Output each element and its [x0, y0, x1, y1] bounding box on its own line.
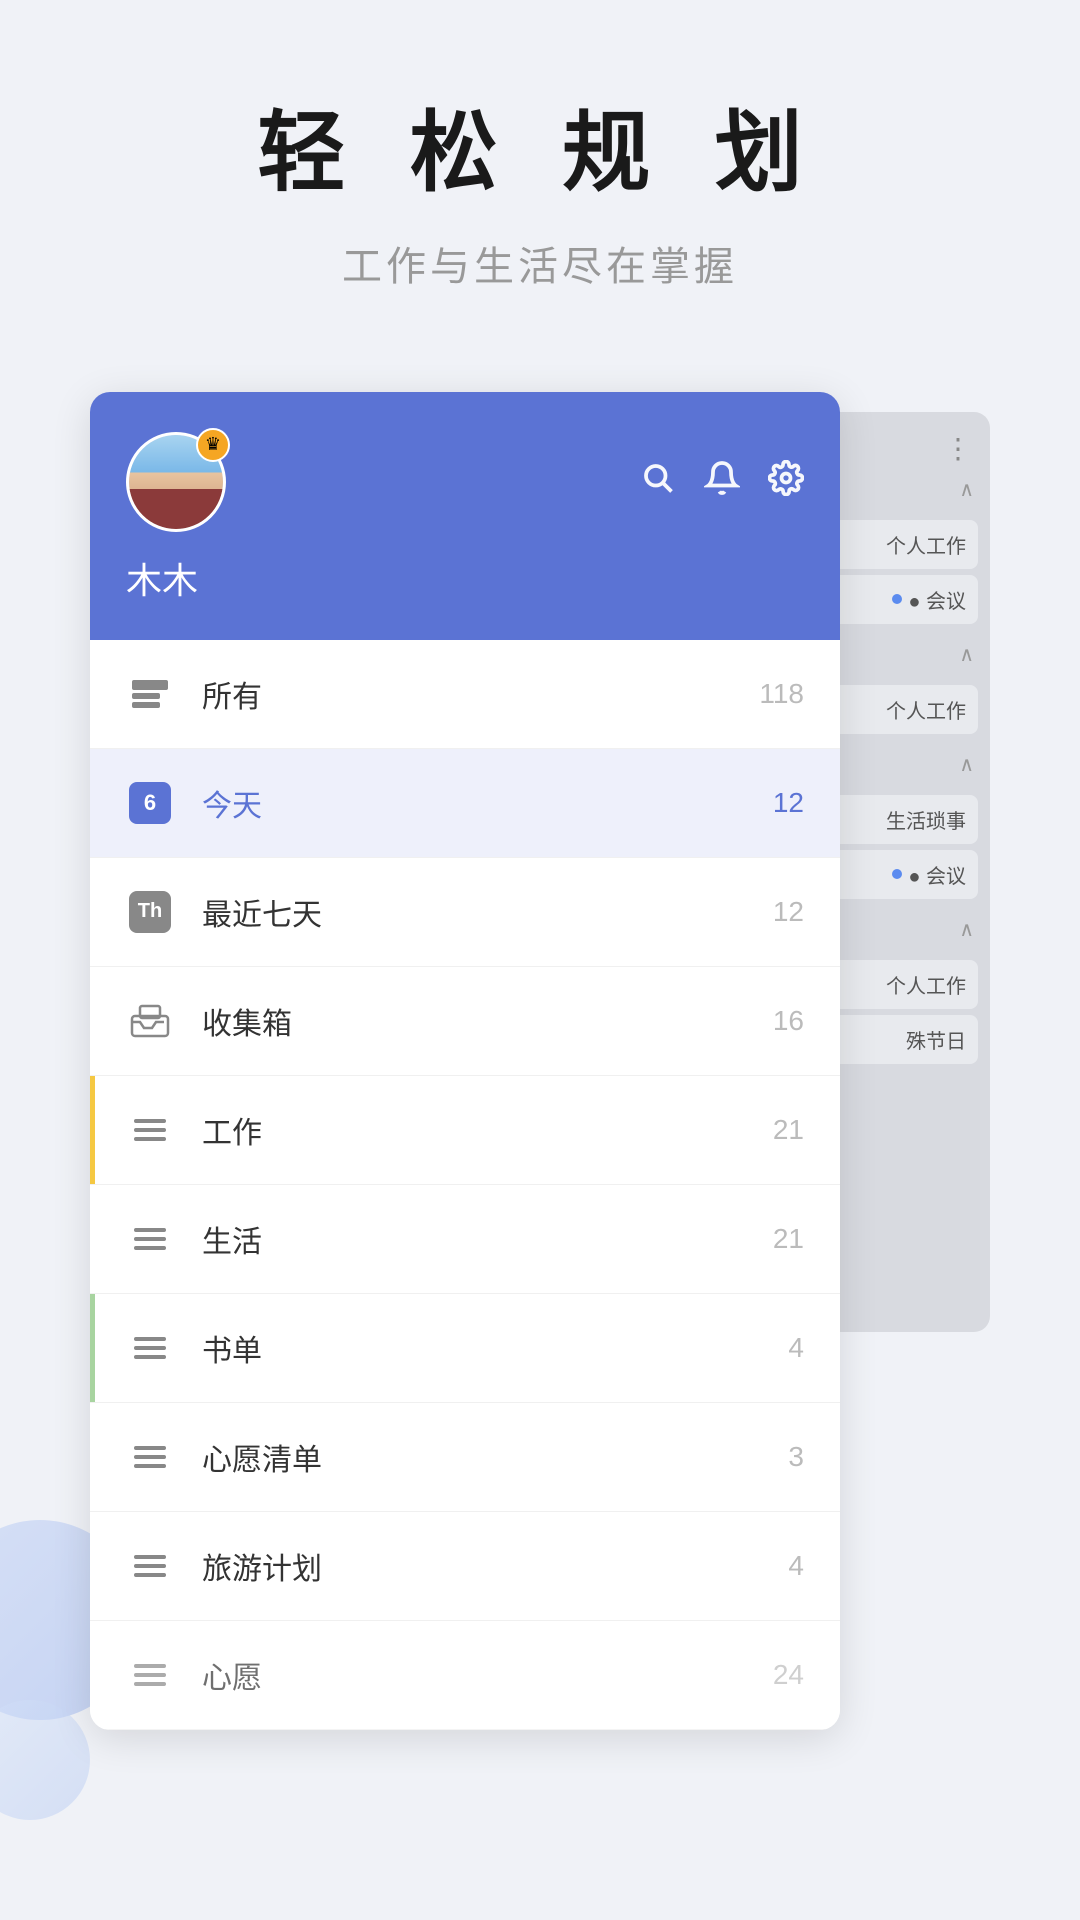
th-calendar-icon: Th: [126, 888, 174, 936]
hero-section: 轻 松 规 划 工作与生活尽在掌握: [0, 0, 1080, 352]
menu-item-books[interactable]: 书单 4: [90, 1294, 840, 1403]
menu-count-more: 24: [773, 1659, 804, 1691]
menu-item-inbox[interactable]: 收集箱 16: [90, 967, 840, 1076]
calendar-date-badge: 6: [129, 782, 171, 824]
menu-item-work[interactable]: 工作 21: [90, 1076, 840, 1185]
books-color-bar: [90, 1294, 95, 1402]
menu-count-books: 4: [788, 1332, 804, 1364]
menu-count-today: 12: [773, 787, 804, 819]
menu-label-wishes: 心愿清单: [202, 1435, 788, 1479]
menu-list: 所有 118 6 今天 12 Th 最近七天 12: [90, 640, 840, 1730]
menu-label-travel: 旅游计划: [202, 1544, 788, 1588]
main-card: ♛: [90, 392, 840, 1730]
menu-item-today[interactable]: 6 今天 12: [90, 749, 840, 858]
menu-item-travel[interactable]: 旅游计划 4: [90, 1512, 840, 1621]
menu-label-more: 心愿: [202, 1653, 773, 1697]
stack-icon: [126, 670, 174, 718]
inbox-svg: [130, 1004, 170, 1038]
menu-count-wishes: 3: [788, 1441, 804, 1473]
th-text-badge: Th: [129, 891, 171, 933]
card-header: ♛: [90, 392, 840, 640]
menu-label-all: 所有: [202, 672, 759, 716]
menu-label-today: 今天: [202, 781, 773, 825]
lines-icon-books: [126, 1324, 174, 1372]
gear-icon: [768, 460, 804, 496]
decorative-circle-2: [0, 1700, 90, 1820]
inbox-icon: [126, 997, 174, 1045]
work-color-bar: [90, 1076, 95, 1184]
username-label: 木木: [126, 552, 804, 604]
menu-item-more-partial[interactable]: 心愿 24: [90, 1621, 840, 1730]
menu-label-life: 生活: [202, 1217, 773, 1261]
menu-count-life: 21: [773, 1223, 804, 1255]
menu-count-inbox: 16: [773, 1005, 804, 1037]
search-button[interactable]: [640, 460, 676, 504]
header-top: ♛: [126, 432, 804, 532]
settings-button[interactable]: [768, 460, 804, 504]
app-card-wrapper: ⋮ ∧ 个人工作 ● 会议 ∧ 个人工作 ∧ 生活琐事 ● 会议 ∧ 个人工作 …: [90, 392, 990, 1730]
hero-title: 轻 松 规 划: [257, 100, 822, 206]
menu-item-wishes[interactable]: 心愿清单 3: [90, 1403, 840, 1512]
notification-button[interactable]: [704, 460, 740, 504]
bell-icon: [704, 460, 740, 496]
menu-item-life[interactable]: 生活 21: [90, 1185, 840, 1294]
menu-label-work: 工作: [202, 1108, 773, 1152]
header-icons: [640, 460, 804, 504]
hero-subtitle: 工作与生活尽在掌握: [342, 234, 738, 292]
menu-label-inbox: 收集箱: [202, 999, 773, 1043]
menu-item-week[interactable]: Th 最近七天 12: [90, 858, 840, 967]
lines-icon-life: [126, 1215, 174, 1263]
avatar-wrap[interactable]: ♛: [126, 432, 226, 532]
lines-icon-more: [126, 1651, 174, 1699]
crown-badge: ♛: [196, 428, 230, 462]
menu-item-all[interactable]: 所有 118: [90, 640, 840, 749]
lines-icon-travel: [126, 1542, 174, 1590]
search-icon: [640, 460, 676, 496]
lines-icon-wishes: [126, 1433, 174, 1481]
menu-count-work: 21: [773, 1114, 804, 1146]
menu-count-all: 118: [759, 678, 804, 710]
calendar-today-icon: 6: [126, 779, 174, 827]
lines-icon-work: [126, 1106, 174, 1154]
menu-label-week: 最近七天: [202, 890, 773, 934]
menu-count-week: 12: [773, 896, 804, 928]
menu-count-travel: 4: [788, 1550, 804, 1582]
menu-label-books: 书单: [202, 1326, 788, 1370]
